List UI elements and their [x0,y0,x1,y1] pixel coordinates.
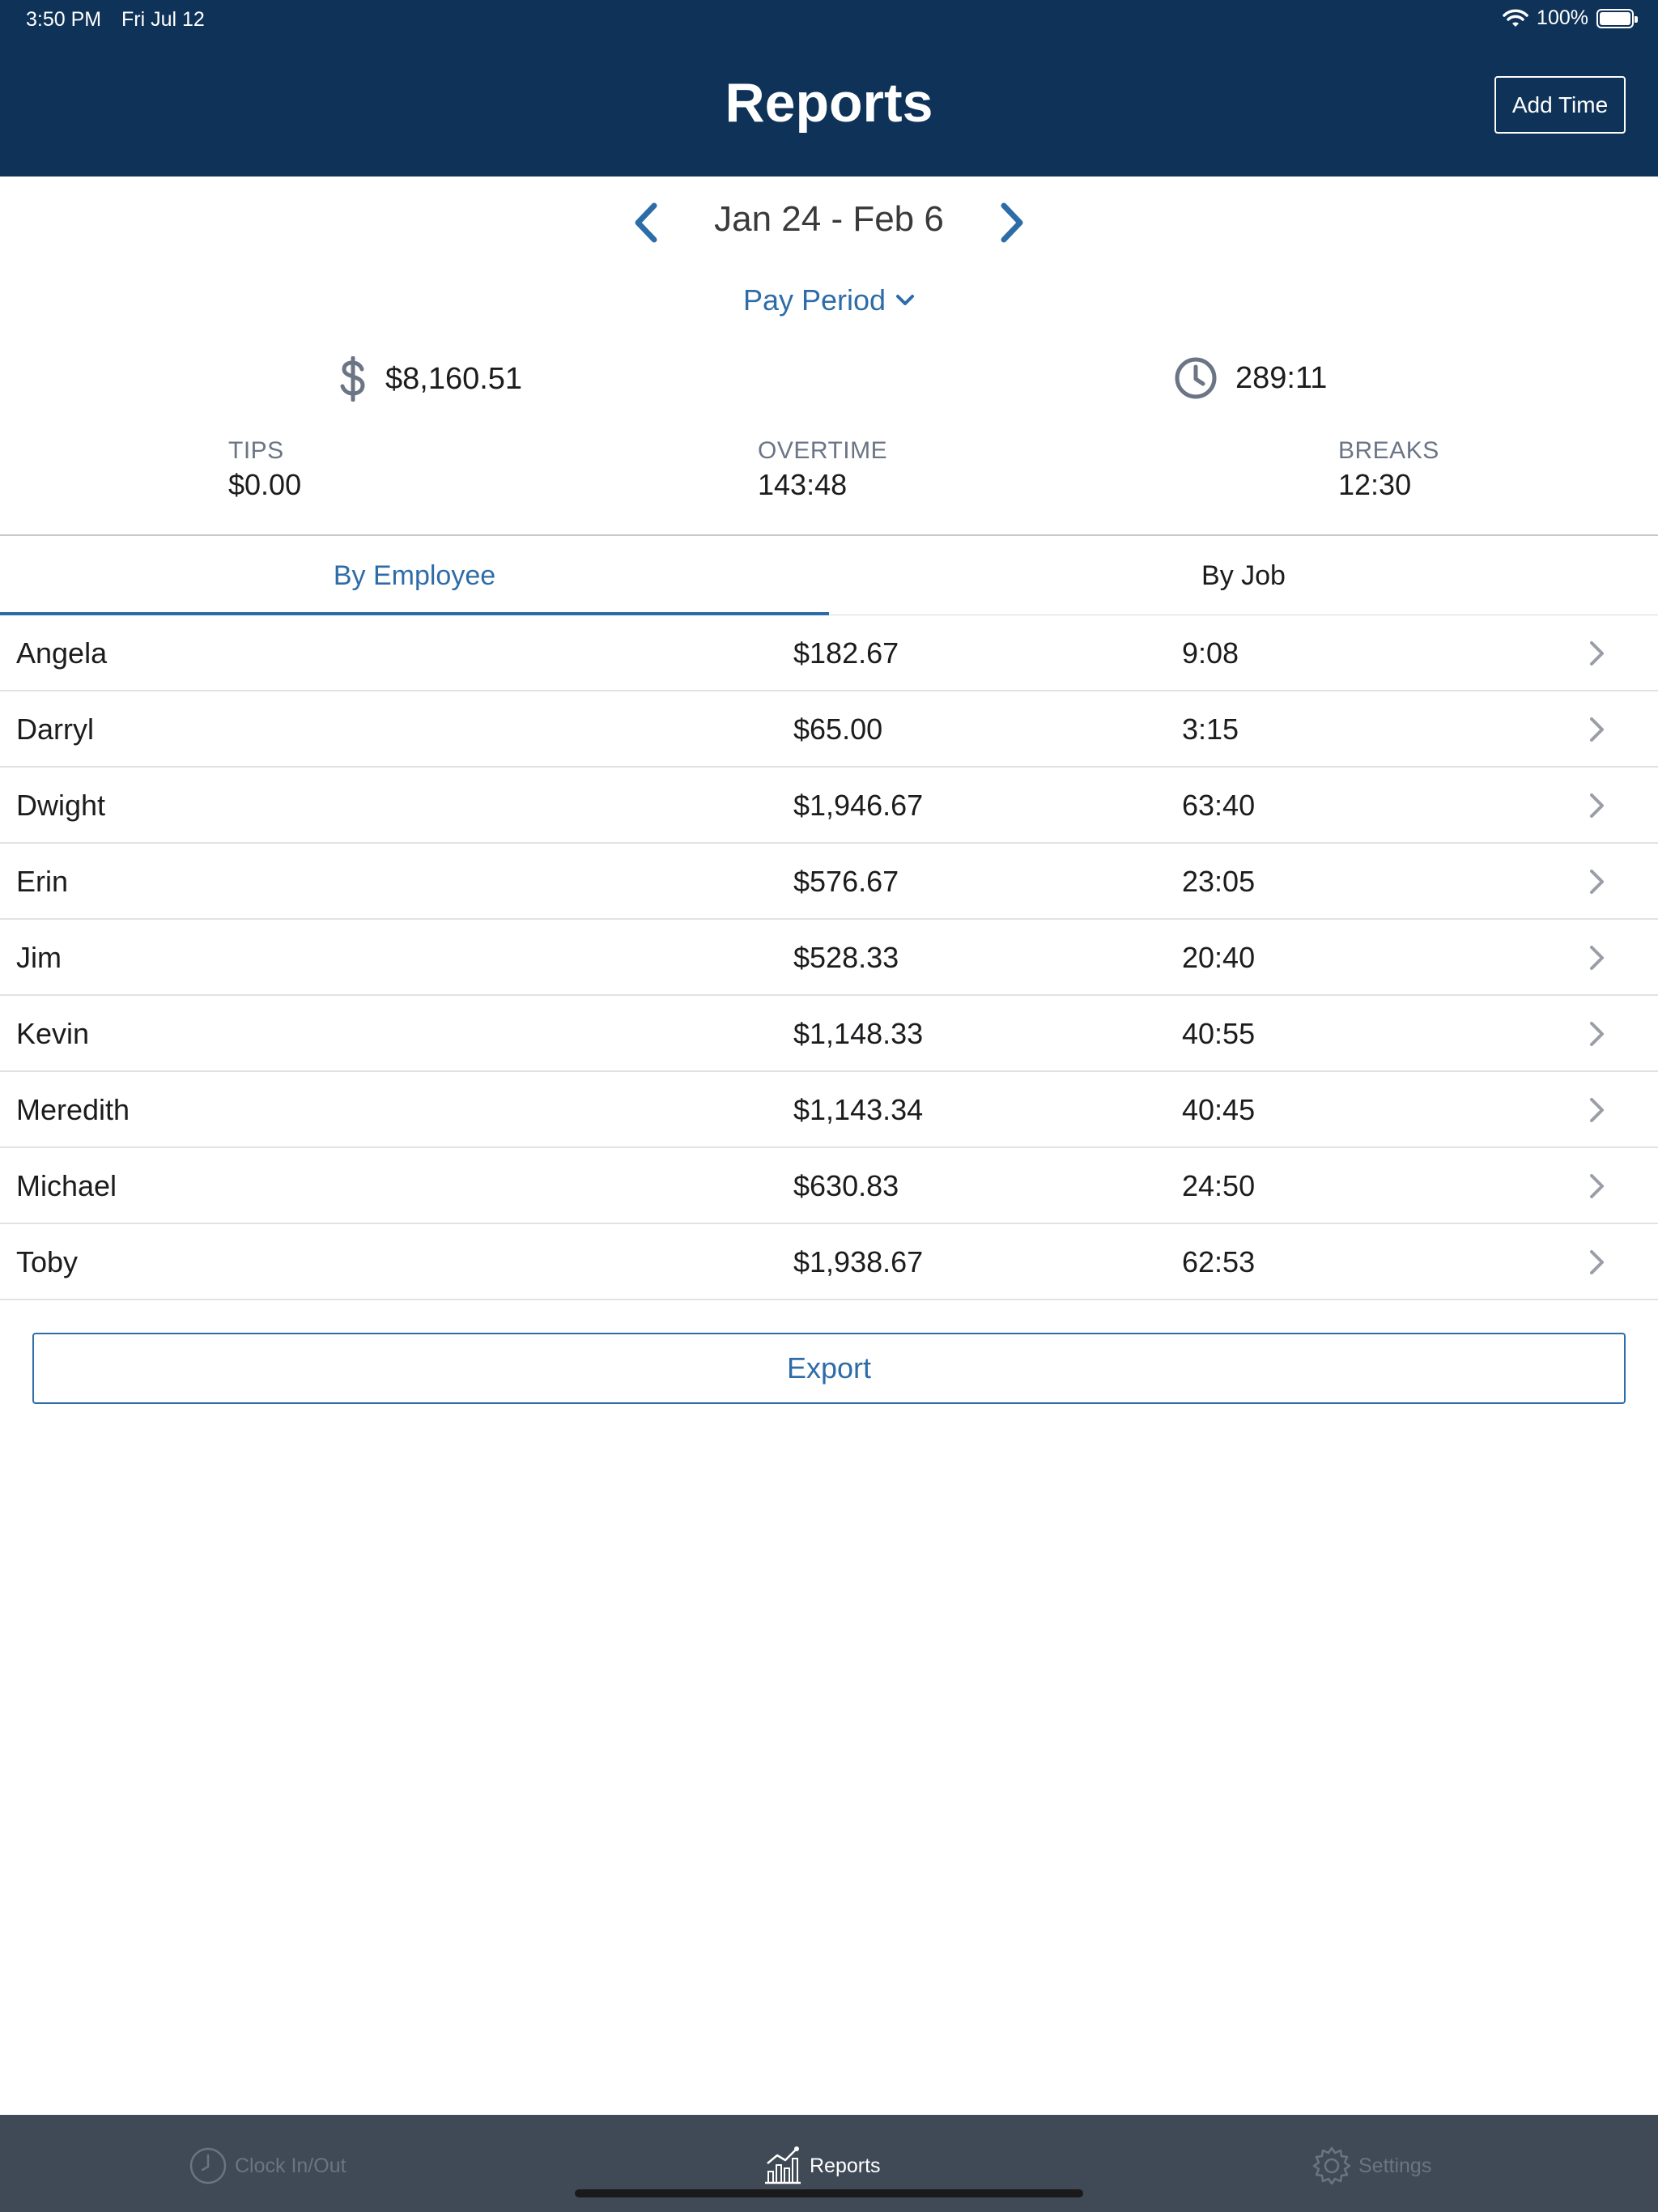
tab-by-employee[interactable]: By Employee [0,536,829,615]
employee-hours: 40:55 [1182,1017,1256,1050]
employee-pay: $528.33 [793,941,899,974]
table-row[interactable]: Dwight $1,946.67 63:40 [0,768,1658,844]
employee-hours: 23:05 [1182,865,1256,898]
employee-name: Toby [16,1245,79,1278]
employee-name: Angela [16,636,108,670]
employee-pay: $182.67 [793,636,899,670]
chevron-right-icon [1590,641,1604,666]
table-row[interactable]: Kevin $1,148.33 40:55 [0,996,1658,1072]
total-pay-value: $8,160.51 [385,361,523,396]
employee-name: Dwight [16,789,106,822]
battery-percent: 100% [1537,6,1588,29]
tab-clock-in-out[interactable]: Clock In/Out [188,2146,346,2186]
total-hours-value: 289:11 [1235,360,1328,395]
chevron-right-icon [1590,717,1604,742]
tab-reports[interactable]: Reports [763,2146,881,2186]
status-date: Fri Jul 12 [121,8,205,31]
employee-pay: $1,148.33 [793,1017,924,1050]
chevron-right-icon [1590,1250,1604,1274]
clock-icon [1175,357,1217,399]
employee-hours: 20:40 [1182,941,1256,974]
employee-name: Darryl [16,713,94,746]
tips-stat: TIPS $0.00 [228,437,301,502]
tips-label: TIPS [228,437,284,464]
wifi-icon [1503,9,1528,27]
employee-pay: $65.00 [793,713,883,746]
clock-icon [189,2147,227,2184]
employee-name: Meredith [16,1093,130,1126]
export-button[interactable]: Export [32,1333,1626,1404]
employee-hours: 3:15 [1182,713,1239,746]
chevron-right-icon[interactable] [996,201,1028,245]
table-row[interactable]: Meredith $1,143.34 40:45 [0,1072,1658,1148]
table-row[interactable]: Michael $630.83 24:50 [0,1148,1658,1224]
header-bar: 3:50 PM Fri Jul 12 100% Reports Add Time [0,0,1658,177]
tab-reports-label: Reports [810,2154,881,2177]
breaks-value: 12:30 [1338,468,1412,501]
table-row[interactable]: Jim $528.33 20:40 [0,920,1658,996]
report-tabs: By Employee By Job [0,536,1658,615]
chevron-right-icon [1590,946,1604,970]
overtime-stat: OVERTIME 143:48 [758,437,887,502]
chevron-right-icon [1590,1174,1604,1198]
chevron-right-icon [1590,870,1604,894]
chevron-right-icon [1590,1098,1604,1122]
breaks-label: BREAKS [1338,437,1439,464]
tab-bar: Clock In/Out Reports Settings [0,2115,1658,2212]
battery-icon [1596,8,1638,28]
home-indicator [575,2189,1083,2197]
status-time: 3:50 PM [26,8,102,31]
employee-pay: $1,946.67 [793,789,924,822]
table-row[interactable]: Erin $576.67 23:05 [0,844,1658,920]
period-label: Pay Period [742,283,886,317]
chevron-right-icon [1590,1022,1604,1046]
total-hours: 289:11 [1174,356,1327,400]
tab-settings[interactable]: Settings [1312,2146,1431,2186]
employee-pay: $1,938.67 [793,1245,924,1278]
page-title: Reports [725,72,933,134]
total-pay: $8,160.51 [338,356,522,402]
dollar-icon [340,356,365,402]
table-row[interactable]: Darryl $65.00 3:15 [0,691,1658,768]
employee-pay: $576.67 [793,865,899,898]
overtime-label: OVERTIME [758,437,888,464]
breaks-stat: BREAKS 12:30 [1338,437,1439,502]
employee-name: Michael [16,1169,117,1202]
employee-hours: 9:08 [1182,636,1239,670]
add-time-button[interactable]: Add Time [1494,76,1626,134]
employee-hours: 62:53 [1182,1245,1256,1278]
employee-hours: 63:40 [1182,789,1256,822]
employee-hours: 24:50 [1182,1169,1256,1202]
date-range-label: Jan 24 - Feb 6 [714,199,944,239]
table-row[interactable]: Toby $1,938.67 62:53 [0,1224,1658,1300]
employee-name: Kevin [16,1017,90,1050]
gear-icon [1312,2146,1351,2185]
overtime-value: 143:48 [758,468,848,501]
chevron-right-icon [1590,793,1604,818]
employee-pay: $1,143.34 [793,1093,924,1126]
table-row[interactable]: Angela $182.67 9:08 [0,615,1658,691]
tab-clock-label: Clock In/Out [235,2154,346,2177]
date-navigator: Jan 24 - Feb 6 [0,178,1658,259]
employee-name: Jim [16,941,62,974]
employee-name: Erin [16,865,69,898]
chevron-down-icon [896,295,915,305]
period-selector[interactable]: Pay Period [0,283,1658,317]
status-indicators: 100% [1503,6,1638,30]
employee-hours: 40:45 [1182,1093,1256,1126]
employee-pay: $630.83 [793,1169,899,1202]
tab-by-job[interactable]: By Job [829,536,1658,615]
employee-list: Angela $182.67 9:08 Darryl $65.00 3:15 D… [0,615,1658,1300]
tab-settings-label: Settings [1358,2154,1432,2177]
chart-icon [765,2146,801,2184]
tips-value: $0.00 [228,468,302,501]
